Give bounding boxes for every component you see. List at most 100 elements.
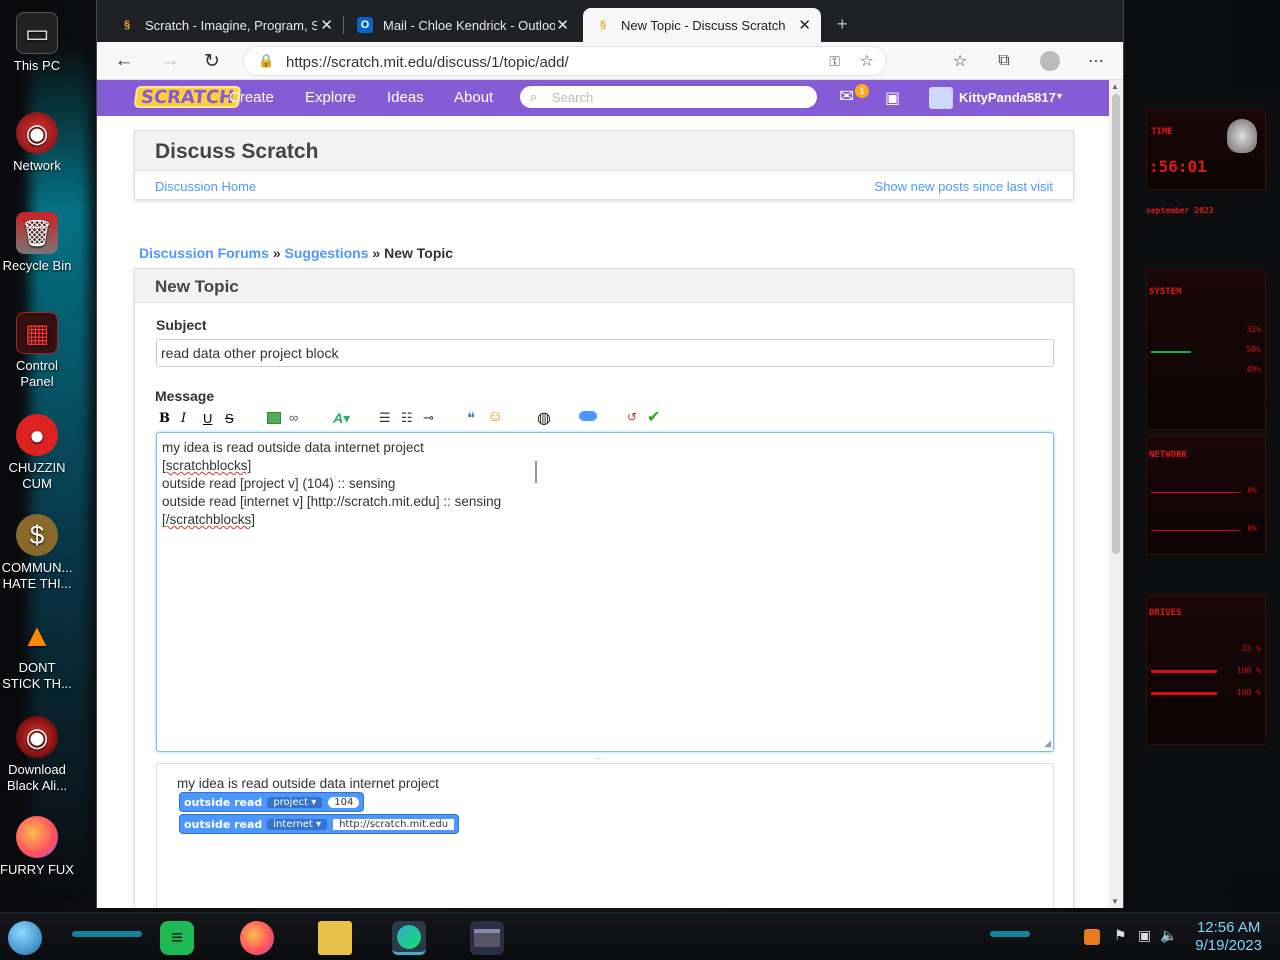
chevron-down-icon[interactable]: ▼ (1055, 91, 1064, 101)
bullet-list-icon[interactable]: ☰ (379, 410, 391, 426)
bold-button[interactable]: B (159, 411, 170, 426)
close-icon[interactable]: ✕ (320, 16, 333, 34)
outlook-icon: O (357, 17, 373, 33)
numbered-list-icon[interactable]: ☷ (401, 410, 413, 426)
link-icon[interactable]: ∞ (289, 410, 298, 425)
profile-icon[interactable] (1039, 50, 1061, 72)
nav-about[interactable]: About (454, 89, 493, 106)
back-arrow-icon[interactable]: ← (113, 50, 135, 72)
taskbar-accent (72, 931, 142, 937)
clear-format-icon[interactable]: ↺ (627, 410, 637, 424)
tray-app-icon[interactable] (1084, 929, 1100, 945)
file-explorer-icon[interactable] (318, 921, 352, 955)
desktop-icon-commun[interactable]: $ COMMUN... HATE THI... (0, 514, 74, 592)
desktop-icon-dont-stick[interactable]: ▲ DONT STICK TH... (0, 614, 74, 692)
preview-box: my idea is read outside data internet pr… (156, 763, 1054, 908)
subject-input[interactable]: read data other project block (156, 339, 1054, 367)
breadcrumb-forums-link[interactable]: Discussion Forums (139, 245, 269, 261)
new-tab-icon[interactable]: + (837, 14, 848, 35)
system-clock[interactable]: 12:56 AM 9/19/2023 (1195, 919, 1262, 955)
url-input[interactable]: 🔒 https://scratch.mit.edu/discuss/1/topi… (243, 46, 887, 76)
messages-icon[interactable]: ✉ (839, 86, 854, 107)
message-textarea[interactable]: my idea is read outside data internet pr… (156, 432, 1054, 752)
tab-new-topic[interactable]: § New Topic - Discuss Scratch ✕ (583, 8, 821, 42)
smiley-icon[interactable]: ☺ (487, 408, 503, 426)
desktop-icon-recycle-bin[interactable]: 🗑 Recycle Bin (0, 212, 74, 274)
font-icon[interactable]: A▾ (333, 410, 350, 427)
search-input[interactable]: ⌕ Search (520, 86, 817, 108)
image-icon[interactable] (267, 412, 281, 424)
flag-icon[interactable]: ⚑ (1114, 927, 1127, 944)
avatar[interactable] (929, 87, 953, 109)
drag-handle-icon[interactable]: ⋯ (595, 754, 603, 763)
close-icon[interactable]: ✕ (556, 16, 569, 34)
username[interactable]: KittyPanda5817 (959, 90, 1056, 105)
italic-button[interactable]: I (181, 411, 186, 426)
system-monitor-widget: TIME :56:01 september 2023 SYSTEM 32% 59… (1142, 90, 1280, 870)
volume-icon[interactable]: 🔈 (1160, 927, 1177, 944)
resize-handle-icon[interactable]: ◢ (1044, 738, 1051, 749)
globe-icon[interactable]: ◍ (537, 408, 551, 428)
forward-arrow-icon[interactable]: → (159, 50, 181, 72)
scratchblock-icon[interactable] (579, 411, 597, 421)
breadcrumb-suggestions-link[interactable]: Suggestions (285, 245, 369, 261)
favorites-icon[interactable]: ☆ (949, 50, 971, 72)
form-heading: New Topic (155, 277, 239, 296)
desktop-icon-label: DONT STICK TH... (2, 660, 72, 691)
new-topic-form: New Topic Subject read data other projec… (134, 268, 1074, 908)
spotify-icon[interactable]: ≡ (160, 921, 194, 955)
scroll-down-icon[interactable]: ▼ (1111, 897, 1119, 906)
scrollbar-thumb[interactable] (1112, 94, 1120, 554)
block-dropdown: internet ▾ (267, 818, 328, 830)
text-cursor-icon (535, 461, 537, 483)
more-menu-icon[interactable]: ⋯ (1085, 50, 1107, 72)
system-panel: SYSTEM 32% 59% 49% (1146, 270, 1266, 430)
rule-icon[interactable]: ⊸ (423, 410, 434, 426)
tab-scratch-home[interactable]: § Scratch - Imagine, Program, Sha ✕ (107, 8, 343, 42)
desktop-icon-chuzzin[interactable]: ● CHUZZIN CUM (0, 414, 74, 492)
time-value: :56:01 (1149, 157, 1207, 176)
scroll-up-icon[interactable]: ▲ (1111, 82, 1119, 91)
scratch-block: outside read internet ▾ http://scratch.m… (179, 814, 460, 834)
start-button[interactable] (8, 921, 42, 955)
strike-button[interactable]: S (225, 411, 234, 426)
key-icon[interactable]: ⚿ (829, 53, 840, 70)
nav-explore[interactable]: Explore (305, 89, 356, 106)
page-scrollbar[interactable]: ▲ ▼ (1109, 80, 1123, 908)
money-bag-icon: $ (16, 514, 58, 556)
desktop-icon-this-pc[interactable]: ▭ This PC (0, 12, 74, 74)
my-stuff-icon[interactable]: ▣ (885, 88, 900, 108)
lock-icon[interactable]: 🔒 (258, 53, 274, 69)
traffic-cone-icon: ▲ (21, 617, 53, 653)
close-icon[interactable]: ✕ (798, 16, 811, 34)
tab-outlook[interactable]: O Mail - Chloe Kendrick - Outlook ✕ (345, 8, 579, 42)
quote-icon[interactable]: ❝ (467, 409, 475, 427)
subject-label: Subject (156, 317, 207, 333)
discussion-home-link[interactable]: Discussion Home (155, 179, 256, 194)
breadcrumb-separator: » (372, 245, 381, 261)
desktop-icon-label: Control Panel (16, 358, 58, 389)
firefox-taskbar-icon[interactable] (240, 921, 274, 955)
desktop-icon-network[interactable]: ◉ Network (0, 112, 74, 174)
breadcrumb: Discussion Forums » Suggestions » New To… (139, 245, 453, 261)
preview-text: my idea is read outside data internet pr… (177, 776, 439, 791)
new-posts-link[interactable]: Show new posts since last visit (875, 179, 1053, 194)
nav-ideas[interactable]: Ideas (387, 89, 424, 106)
add-favorite-icon[interactable]: ☆ (860, 51, 874, 71)
page-viewport: SCRATCH Create Explore Ideas About ⌕ Sea… (97, 80, 1111, 908)
taskbar-accent (990, 931, 1030, 937)
desktop-icon-control-panel[interactable]: ▦ Control Panel (0, 312, 74, 390)
edge-icon[interactable] (392, 921, 426, 955)
scratch-logo[interactable]: SCRATCH (133, 86, 242, 108)
refresh-icon[interactable]: ↻ (201, 50, 223, 72)
collections-icon[interactable]: ⧉ (993, 50, 1015, 72)
drive-d-value: 100 % (1236, 666, 1261, 675)
desktop-icon-furry-fux[interactable]: FURRY FUX (0, 816, 74, 878)
system-label: SYSTEM (1149, 287, 1182, 297)
app-window-icon[interactable] (470, 921, 504, 955)
desktop-icon-black-alien[interactable]: ◉ Download Black Ali... (0, 716, 74, 794)
underline-button[interactable]: U (203, 411, 212, 426)
preview-check-icon[interactable]: ✔ (647, 407, 660, 427)
network-tray-icon[interactable]: ▣ (1138, 927, 1151, 944)
nav-create[interactable]: Create (229, 89, 274, 106)
